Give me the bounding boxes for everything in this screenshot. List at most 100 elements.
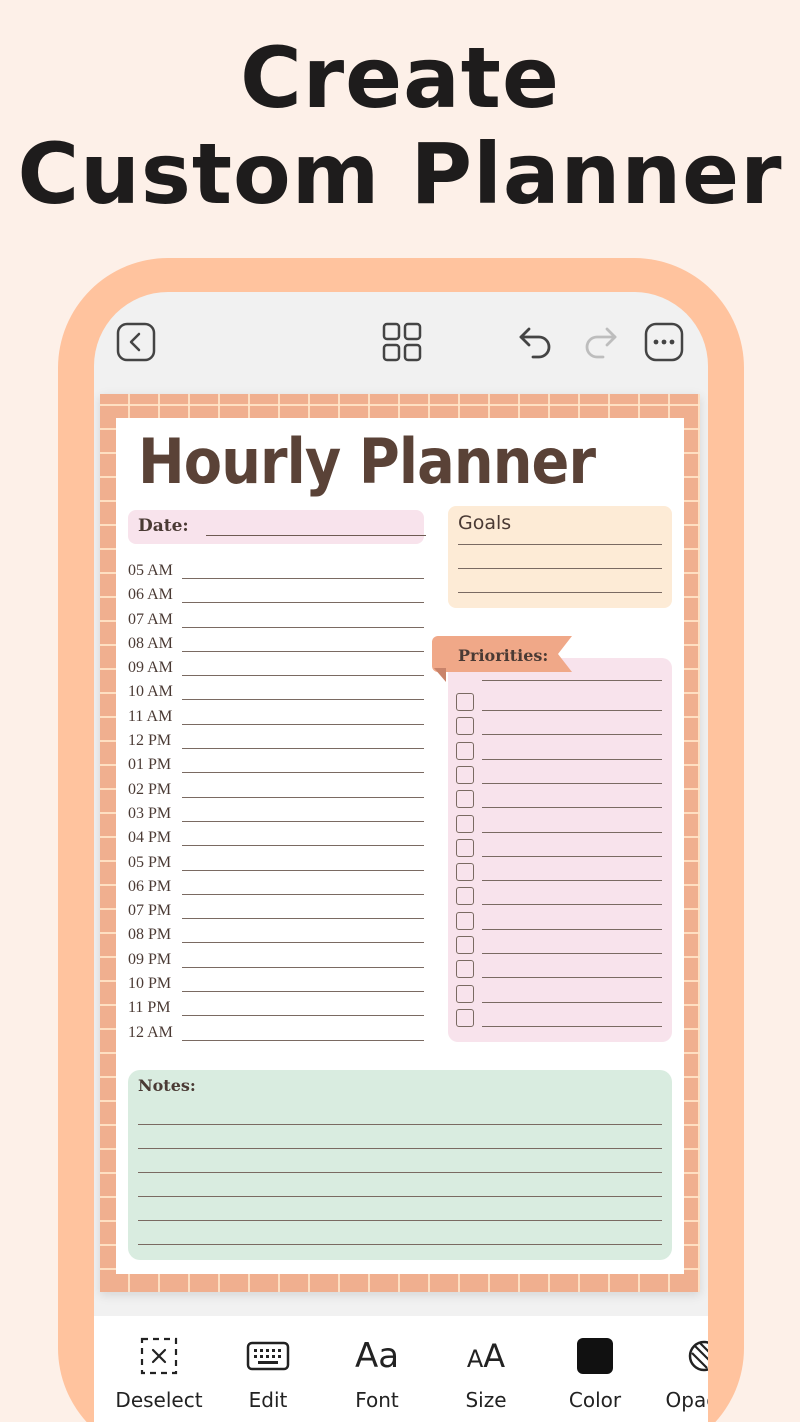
headline: Create Custom Planner bbox=[0, 30, 800, 222]
notes-line bbox=[138, 1244, 662, 1245]
hour-label[interactable]: 09 PM bbox=[128, 951, 171, 969]
hour-row: 07 AM bbox=[128, 609, 428, 633]
hour-line bbox=[182, 796, 424, 798]
hour-label[interactable]: 10 PM bbox=[128, 975, 171, 993]
hour-line bbox=[182, 675, 424, 677]
priority-checkbox[interactable] bbox=[456, 936, 474, 954]
keyboard-icon bbox=[246, 1341, 290, 1371]
hour-line bbox=[182, 845, 424, 847]
hour-label[interactable]: 01 PM bbox=[128, 756, 171, 774]
hour-label[interactable]: 11 AM bbox=[128, 708, 172, 726]
priority-row bbox=[456, 982, 666, 1006]
priority-checkbox[interactable] bbox=[456, 960, 474, 979]
undo-button[interactable] bbox=[514, 320, 558, 364]
priority-line bbox=[482, 953, 662, 954]
hour-row: 12 AM bbox=[128, 1022, 428, 1046]
priority-checkbox[interactable] bbox=[456, 717, 474, 736]
date-label[interactable]: Date: bbox=[138, 516, 189, 536]
hour-label[interactable]: 07 PM bbox=[128, 902, 171, 920]
priority-row bbox=[456, 933, 666, 957]
opacity-icon bbox=[688, 1340, 708, 1372]
hour-label[interactable]: 06 AM bbox=[128, 586, 173, 604]
planner-title[interactable]: Hourly Planner bbox=[138, 424, 596, 500]
priority-row bbox=[456, 957, 666, 981]
hour-row: 01 PM bbox=[128, 754, 428, 778]
priority-row bbox=[456, 860, 666, 884]
font-tool[interactable]: Aa Font bbox=[322, 1316, 432, 1422]
font-label: Font bbox=[355, 1388, 399, 1412]
hour-row: 09 PM bbox=[128, 949, 428, 973]
hour-label[interactable]: 10 AM bbox=[128, 683, 173, 701]
phone-screen: Hourly Planner Date: 05 AM 06 AM 07 AM 08 A… bbox=[94, 292, 708, 1422]
priority-line bbox=[482, 782, 662, 784]
priority-checkbox[interactable] bbox=[456, 984, 474, 1003]
hour-label[interactable]: 03 PM bbox=[128, 805, 171, 823]
hour-line bbox=[182, 650, 424, 652]
goals-label[interactable]: Goals bbox=[458, 512, 511, 534]
hours-list: 05 AM 06 AM 07 AM 08 AM 09 AM 10 AM 11 AM 12 PM… bbox=[128, 560, 428, 1046]
redo-button[interactable] bbox=[578, 320, 622, 364]
planner-canvas[interactable]: Hourly Planner Date: 05 AM 06 AM 07 AM 08 A… bbox=[100, 394, 700, 1292]
back-button[interactable] bbox=[114, 320, 158, 364]
hour-label[interactable]: 12 PM bbox=[128, 732, 171, 750]
priorities-line bbox=[482, 680, 662, 681]
hour-label[interactable]: 02 PM bbox=[128, 781, 171, 799]
hour-row: 05 PM bbox=[128, 852, 428, 876]
priorities-label[interactable]: Priorities: bbox=[458, 646, 548, 665]
hour-label[interactable]: 06 PM bbox=[128, 878, 171, 896]
hour-label[interactable]: 08 AM bbox=[128, 635, 173, 653]
priority-checkbox[interactable] bbox=[456, 863, 474, 882]
priority-checkbox[interactable] bbox=[456, 765, 474, 784]
hour-line bbox=[182, 1039, 424, 1041]
hour-row: 10 PM bbox=[128, 973, 428, 997]
redo-icon bbox=[585, 327, 617, 359]
deselect-tool[interactable]: Deselect bbox=[104, 1316, 214, 1422]
hour-label[interactable]: 11 PM bbox=[128, 999, 171, 1017]
size-tool[interactable]: AA Size bbox=[431, 1316, 541, 1422]
priority-row bbox=[456, 836, 666, 860]
priority-checkbox[interactable] bbox=[456, 790, 474, 809]
color-tool[interactable]: Color bbox=[540, 1316, 650, 1422]
priority-checkbox[interactable] bbox=[456, 911, 474, 930]
hour-line bbox=[182, 991, 424, 993]
size-label: Size bbox=[465, 1388, 507, 1412]
priority-checkbox[interactable] bbox=[456, 814, 474, 833]
undo-icon bbox=[519, 327, 551, 359]
hour-label[interactable]: 05 AM bbox=[128, 562, 173, 580]
priority-checkbox[interactable] bbox=[456, 887, 474, 906]
priority-row bbox=[456, 787, 666, 811]
priority-checkbox[interactable] bbox=[456, 741, 474, 760]
priority-row bbox=[456, 812, 666, 836]
priority-line bbox=[482, 880, 662, 882]
bottom-toolbar: Deselect Edit Aa Font AA Size Color Opa bbox=[94, 1316, 708, 1422]
headline-line-2: Custom Planner bbox=[17, 125, 783, 223]
hour-label[interactable]: 09 AM bbox=[128, 659, 173, 677]
hour-row: 11 PM bbox=[128, 997, 428, 1021]
hour-row: 11 AM bbox=[128, 706, 428, 730]
notes-label[interactable]: Notes: bbox=[138, 1076, 196, 1095]
back-chevron-icon bbox=[116, 322, 156, 362]
priority-row bbox=[456, 714, 666, 738]
hour-line bbox=[182, 942, 424, 944]
headline-line-1: Create bbox=[240, 29, 560, 127]
hour-line bbox=[182, 723, 424, 725]
priority-row bbox=[456, 1006, 666, 1030]
priority-checkbox[interactable] bbox=[456, 1008, 474, 1027]
priority-line bbox=[482, 977, 662, 979]
hour-label[interactable]: 07 AM bbox=[128, 611, 173, 629]
hour-label[interactable]: 04 PM bbox=[128, 829, 171, 847]
priority-checkbox[interactable] bbox=[456, 838, 474, 857]
hour-label[interactable]: 08 PM bbox=[128, 926, 171, 944]
hour-label[interactable]: 12 AM bbox=[128, 1024, 173, 1042]
grid-view-button[interactable] bbox=[380, 320, 424, 364]
hour-row: 12 PM bbox=[128, 730, 428, 754]
more-button[interactable] bbox=[642, 320, 686, 364]
hour-row: 03 PM bbox=[128, 803, 428, 827]
edit-tool[interactable]: Edit bbox=[213, 1316, 323, 1422]
opacity-tool[interactable]: Opacity bbox=[649, 1316, 708, 1422]
goals-line bbox=[458, 544, 662, 545]
hour-label[interactable]: 05 PM bbox=[128, 854, 171, 872]
planner-sheet: Hourly Planner Date: 05 AM 06 AM 07 AM 08 A… bbox=[116, 418, 684, 1274]
hour-row: 06 AM bbox=[128, 584, 428, 608]
priority-checkbox[interactable] bbox=[456, 693, 474, 711]
